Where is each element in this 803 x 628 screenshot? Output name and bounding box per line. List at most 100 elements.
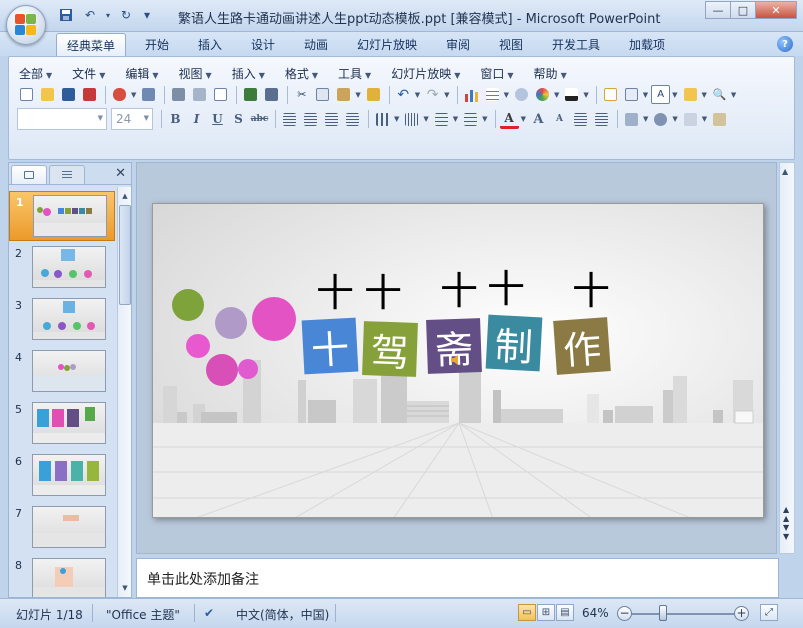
thumbnail-slide-3[interactable]: 3 [9, 295, 115, 345]
copy-icon[interactable] [313, 85, 332, 104]
zoom-level[interactable]: 64% [582, 606, 609, 620]
shape-fill-icon[interactable] [681, 110, 700, 129]
undo-button[interactable]: ↶ [80, 6, 100, 24]
close-panel-icon[interactable]: ✕ [115, 166, 126, 181]
tab-review[interactable]: 审阅 [446, 36, 470, 53]
chart-icon[interactable] [462, 85, 481, 104]
tab-design[interactable]: 设计 [251, 36, 275, 53]
chevron-down-icon[interactable]: ▼ [521, 115, 526, 123]
minimize-button[interactable]: — [705, 1, 731, 19]
save-icon[interactable] [59, 85, 78, 104]
tab-animation[interactable]: 动画 [304, 36, 328, 53]
chevron-down-icon[interactable]: ▼ [355, 91, 360, 99]
arrange-icon[interactable] [622, 110, 641, 129]
chevron-down-icon[interactable]: ▼ [444, 91, 449, 99]
zoom-out-button[interactable]: − [617, 606, 632, 621]
thumbnail-slide-5[interactable]: 5 [9, 399, 115, 449]
save-icon[interactable] [56, 6, 76, 24]
decrease-indent-icon[interactable] [571, 110, 590, 129]
customize-qat-button[interactable]: ▾ [140, 6, 154, 24]
align-left-icon[interactable] [280, 110, 299, 129]
scroll-up-icon[interactable]: ▲ [119, 189, 131, 203]
table-icon[interactable] [483, 85, 502, 104]
bullets-icon[interactable] [461, 110, 480, 129]
slide-sorter-icon[interactable] [211, 85, 230, 104]
font-color-button[interactable]: A [499, 110, 519, 129]
tab-view[interactable]: 视图 [499, 36, 523, 53]
print-preview-icon[interactable] [190, 85, 209, 104]
clipart-icon[interactable] [512, 85, 531, 104]
shadow-button[interactable]: S [229, 110, 248, 129]
sound-icon[interactable] [450, 354, 462, 366]
shrink-font-icon[interactable]: A [550, 110, 569, 129]
spell-check-icon[interactable]: ✔ [204, 606, 214, 620]
print-icon[interactable] [169, 85, 188, 104]
slide-scrollbar[interactable]: ▲ ▲ ▲ ▼ ▼ [779, 162, 795, 554]
font-name-select[interactable]: ▼ [17, 108, 107, 130]
chevron-down-icon[interactable]: ▼ [731, 91, 736, 99]
underline-button[interactable]: U [208, 110, 227, 129]
close-button[interactable]: ✕ [755, 1, 797, 19]
menu-insert[interactable]: 插入 ▼ [232, 65, 265, 82]
research-icon[interactable] [262, 85, 281, 104]
chevron-down-icon[interactable]: ▼ [453, 115, 458, 123]
scroll-up-icon[interactable]: ▲ [782, 167, 788, 176]
menu-all[interactable]: 全部 ▼ [19, 65, 52, 82]
tab-classic-menu[interactable]: 经典菜单 [56, 33, 127, 57]
outline-tab[interactable] [49, 165, 85, 184]
chevron-down-icon[interactable]: ▼ [131, 91, 136, 99]
chevron-down-icon[interactable]: ▼ [394, 115, 399, 123]
strikethrough-button[interactable]: abc [250, 110, 269, 129]
bold-button[interactable]: B [166, 110, 185, 129]
redo-button[interactable]: ↻ [116, 6, 136, 24]
thumbnail-slide-7[interactable]: 7 [9, 503, 115, 553]
permission-icon[interactable] [80, 85, 99, 104]
chevron-down-icon[interactable]: ▼ [415, 91, 420, 99]
folder-icon[interactable] [681, 85, 700, 104]
menu-file[interactable]: 文件 ▼ [72, 65, 105, 82]
help-icon[interactable]: ? [777, 36, 793, 52]
justify-icon[interactable] [343, 110, 362, 129]
chevron-down-icon[interactable]: ▼ [482, 115, 487, 123]
shapes-icon[interactable] [651, 110, 670, 129]
textbox-icon[interactable]: A [651, 85, 671, 104]
spelling-icon[interactable] [241, 85, 260, 104]
cut-icon[interactable]: ✂ [292, 85, 311, 104]
format-painter-icon[interactable] [364, 85, 383, 104]
email-icon[interactable] [110, 85, 129, 104]
normal-view-button[interactable]: ▭ [518, 604, 536, 621]
tab-home[interactable]: 开始 [145, 36, 169, 53]
font-size-select[interactable]: 24 ▼ [111, 108, 153, 130]
undo-dropdown-icon[interactable]: ▾ [104, 6, 112, 24]
chevron-down-icon[interactable]: ▼ [672, 115, 677, 123]
prev-next-slide-icon[interactable]: ▲ ▲ ▼ ▼ [783, 505, 789, 541]
slide-layout-icon[interactable] [562, 85, 581, 104]
slide-sorter-view-button[interactable]: ⊞ [537, 604, 555, 621]
slideshow-view-button[interactable]: ▤ [556, 604, 574, 621]
thumbnail-slide-6[interactable]: 6 [9, 451, 115, 501]
align-center-icon[interactable] [301, 110, 320, 129]
italic-button[interactable]: I [187, 110, 206, 129]
undo-icon[interactable]: ↶ [394, 85, 413, 104]
tab-developer[interactable]: 开发工具 [552, 36, 600, 53]
tab-insert[interactable]: 插入 [198, 36, 222, 53]
zoom-slider-knob[interactable] [659, 605, 667, 621]
grow-font-icon[interactable]: A [529, 110, 548, 129]
slides-tab[interactable] [11, 165, 47, 184]
chevron-down-icon[interactable]: ▼ [583, 91, 588, 99]
fit-to-window-button[interactable]: ⤢ [760, 604, 778, 621]
language[interactable]: 中文(简体，中国) [236, 606, 329, 623]
new-file-icon[interactable] [17, 85, 36, 104]
menu-view[interactable]: 视图 ▼ [179, 65, 212, 82]
paste-icon[interactable] [334, 85, 353, 104]
chevron-down-icon[interactable]: ▼ [643, 115, 648, 123]
chevron-down-icon[interactable]: ▼ [702, 91, 707, 99]
new-slide-icon[interactable] [601, 85, 620, 104]
zoom-search-icon[interactable]: 🔍 [710, 85, 729, 104]
chevron-down-icon[interactable]: ▼ [504, 91, 509, 99]
chevron-down-icon[interactable]: ▼ [672, 91, 677, 99]
chevron-down-icon[interactable]: ▼ [554, 91, 559, 99]
numbering-icon[interactable] [432, 110, 451, 129]
zoom-slider-track[interactable] [632, 613, 736, 615]
chevron-down-icon[interactable]: ▼ [702, 115, 707, 123]
